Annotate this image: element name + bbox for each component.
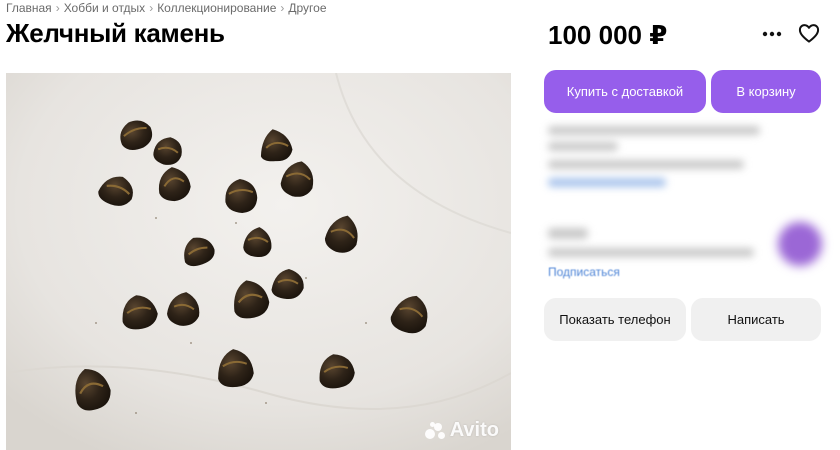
subscribe-link[interactable]: Подписаться [548,265,620,279]
breadcrumb: Главная › Хобби и отдых › Коллекционирование… [6,1,327,15]
seller-avatar[interactable] [778,222,822,266]
avito-logo-icon [424,421,447,440]
show-phone-button[interactable]: Показать телефон [544,298,686,341]
write-message-button[interactable]: Написать [691,298,821,341]
listing-title: Желчный камень [6,18,225,48]
add-to-cart-button[interactable]: В корзину [711,70,821,113]
delivery-info-blurred [544,120,824,195]
breadcrumb-separator: › [149,1,154,15]
seller-info-blurred [544,222,770,262]
breadcrumb-item-collecting[interactable]: Коллекционирование [157,1,276,15]
breadcrumb-item-home[interactable]: Главная [6,1,52,15]
avito-watermark: Avito [424,419,499,442]
breadcrumb-separator: › [55,1,60,15]
breadcrumb-separator: › [280,1,285,15]
breadcrumb-item-hobby[interactable]: Хобби и отдых [64,1,146,15]
listing-price: 100 000 ₽ [548,20,668,50]
gallstones-photo [6,73,511,450]
listing-photo[interactable]: Avito [6,73,511,450]
more-icon [762,31,782,37]
more-options-button[interactable] [760,22,784,46]
watermark-text: Avito [449,419,499,441]
breadcrumb-item-other[interactable]: Другое [288,1,326,15]
buy-with-delivery-button[interactable]: Купить с доставкой [544,70,706,113]
favorite-button[interactable] [796,20,822,46]
heart-icon [798,24,820,43]
